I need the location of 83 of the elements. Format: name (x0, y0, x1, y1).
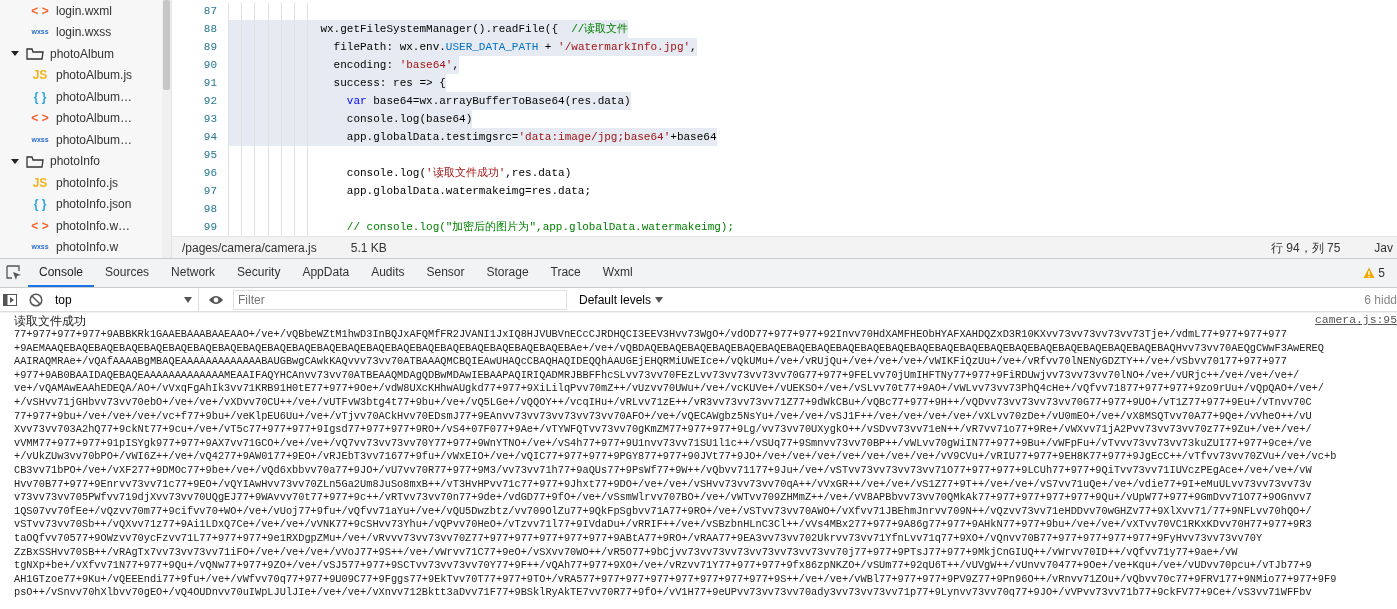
file-type-icon: < > (30, 1, 50, 20)
hidden-count: 6 hidd (1364, 291, 1397, 309)
file-name[interactable]: photoInfo.js (56, 173, 119, 192)
log-output-line: 1QS07vv70fEe+/vQzvv70m77+9cifvv70+WO+/ve+/vUoj77+9fu+/vQfvv71aYu+/ve+/vQU5Dwzbtz/vv709OlZu77+9QkFpSgbvv71A77+9RO+/ve+/vSTvv73vv70AWO+/vXfvv71JBEhmJnrvv709N++/vQzvv73vv71eHDDvv70wGHZv77+9XlXvv71/77+9NFLvv70hQO+/ (13, 504, 1313, 519)
log-output-line: 77+977+977+977+9ABBKRk1GAAEBAAABAAEAAO+/ve+/vQBbeWZtM1hwD3InBQJxAFQMfFR2JVANI1JxIQ8HJVUBVnECcCJRDHQCI3EEV3Hvv73WgO+/vdOD77+977+977+92Invv70HdXAMFHEObHYAFXAHDQZxD3R10KXvv73vv73vv73vv73Tje+/vdmL77+977+977+977 (13, 328, 1288, 342)
line-number: 90 (202, 57, 217, 73)
line-number: 94 (202, 129, 217, 145)
inspect-icon (6, 264, 22, 281)
log-output-line: +9AEMAAQEBAQEBAQEBAQEBAQEBAQEBAQEBAQEBAQEBAQEBAQEBAQEBAQEBAQEBAQEBAQEBAQEBAQEBAQEBAQEBAQEBAe+/ve+/vQBDAQEBAQEBAQEBAQEBAQEBAQEBAQEBAQEBAQEBAQEBAQEBAQEBAQEBAQEBAQEBAQEBAQEBAQEBAQEBAQEBAQEBAQHvv73vv70AEQgCWwF3AwEREQ (13, 341, 1325, 356)
folder-name[interactable]: photoAlbum (50, 44, 115, 63)
log-output-line: +/vSHvv71jGHbvv73vv70ebO+/ve+/ve+/vXDvv70CU++/ve+/vUTFvW3btg4t77+9bu+/ve+/vQ5LGe+/vQQOY++/vcqIHu+/vRLvv71zE++/vR3vv73vv73vv71Z77+9dWkCBu+/vQBc77+977+9H++/vQDvv73vv73vv73vv70G77+977+9UO+/vT1Z77+977+9Eu+/vTnvv70C (13, 395, 1313, 410)
file-type-icon: { } (30, 87, 50, 106)
file-type-icon: < > (30, 216, 50, 235)
log-output-line: AH1GTzoe77+9Ku+/vQEEEndi77+9fu+/ve+/vWfvv70q77+977+9U09C77+9Fggs77+9EkTvv70T77+977+9TO+/vRA577+977+977+977+977+977+977+977+9S++/ve+/ve+/vWBl77+977+977+9PV9Z77+9Pn96O++/vRnvv71ZOu+/vQbvv70c77+9FRV177+9NMio77+977+9F9 (13, 572, 1338, 587)
devtools-tab[interactable]: Audits (360, 259, 416, 287)
log-output-line: vVMM77+977+977+91pISYgk977+977+9AX7vv71GCO+/ve+/ve+/vQ7vv73vv73vv70Y77+977+9WnYTNO+/ve+/vS4h77+977+9U1nvv73vv71SU1l1c++/vSUq77+9Smnvv73vv70BP++/vWLvv70gWiIN77+977+9Bu+/vWFpFu+/vTvvv73vv73vv73kuZUI77+977+9ce+/ve (13, 436, 1313, 451)
folder-icon (26, 46, 44, 62)
log-output-line: 77+977+9bu+/ve+/ve+/ve+/vc+f77+9bu+/veKlpEU6Uu+/ve+/vTjvv70ACkHvv70EDsmJ77+9EAnvv73vv73vv73vv73vv70AFO+/ve+/vQECAWgbz5NsYu+/ve+/ve+/vSJ1F++/ve+/ve+/ve+/ve+/vXLvv70zDe+/vU0mEO+/ve+/vX8MSQTvv70A77+9Qe+/vVheO++/vU (13, 409, 1313, 424)
source-link[interactable]: camera.js:95 (1314, 311, 1397, 330)
file-type-icon: JS (30, 66, 50, 85)
log-output-line: taOQfvv70577+9OWzvv70ycFzvv71L77+977+977+9e1RXDgpZMu+/ve+/vRvvv73vv73vv70Z77+977+977+977+977+977+9ABtA77+9RO+/vRAA77+9EA3vv73vv702Ukrvv73vv71YfnLvv71q77+9XO+/vQnvv70B77+977+977+977+977+9FyHvv73vv73vv70Y (13, 531, 1264, 546)
log-output-line: ZzBxSSHvv70SB++/vRAgTx7vv73vv73vv71iFO+/ve+/ve+/ve+/vVoJ77+9S++/ve+/vWrvv71C77+9eO+/vSXvv70WO++/vR5O77+9bCjvv73vv73vv73vv73vv73vv73vv70j77+977+9PTsJ77+977+9MkjCnGIUQ++/vWrvv70ID++/vQfvv71y77+9ae+/vW (13, 545, 1239, 560)
file-name[interactable]: photoAlbum… (56, 87, 133, 106)
devtools-tab[interactable]: Trace (539, 259, 592, 287)
file-path: /pages/camera/camera.js (182, 239, 317, 257)
folder-icon (26, 153, 44, 169)
file-name[interactable]: photoInfo.w (56, 238, 119, 257)
devtools-tab[interactable]: Sensor (415, 259, 476, 287)
log-output-line: CB3vv71bPO+/ve+/vXF277+9DMOc77+9be+/ve+/vQd6xbbvv70a77+9JO+/vU7vv70R77+977+9M3/vv73vv71h77+9aQUs77+9PsWf77+9W++/vQbvv71177+9Ju+/ve+/vSTvv73vv73vv73vv71O77+977+977+9LCUh77+977+9QiTvv73vv71IUVczPEgAce+/ve+/ve+/vW (13, 463, 1313, 478)
devtools-tab[interactable]: Security (226, 259, 292, 287)
log-output-line: psO++/vSnvv70hXlbvv70gEO+/vQ4OUDnvv70uIWpLJUlJIe+/ve+/ve+/vXnvv712Bktt3aDvv71F77+9BSklRyAkTE7vv70R77+9fO+/vV1H77+9eUPvv73vv73vv70ady3vv73vv73vv71p77+9Lynvv73vv70q77+9JO+/vVPvv73vv71b77+9ckFV77+9Ce+/vS3vv71WFFbv (13, 586, 1313, 600)
line-number: 89 (202, 39, 217, 55)
file-name[interactable]: photoInfo.w… (56, 216, 131, 235)
block-icon (29, 293, 43, 308)
devtools-tab[interactable]: Console (28, 259, 95, 287)
warning-icon (1363, 267, 1376, 279)
file-size: 5.1 KB (350, 239, 387, 257)
file-name[interactable]: photoAlbum… (56, 130, 133, 149)
line-number: 97 (202, 183, 217, 199)
log-output-line: ve+/vQAMAwEAAhEDEQA/AO+/vVxqFgAhIk3vv71KRB91H0tE77+977+9Oe+/vdW8UXcKHhwAUgkd77+977+9XiLilqPvv70mZ++/vUzvv70UWu+/ve+/vcKUVe+/vUEKSO+/ve+/vSLvv70t77+9AO+/vWLvv73vv73PhQ4cHe+/vQfvv71877+977+977+9zo9rUu+/vQpQAO+/ve+/ (13, 382, 1325, 396)
log-output-line: AAIRAQMRAe+/vQAfAAAABgMBAQEAAAAAAAAAAAAABAUGBwgCAwkKAQvvv73vv70ATBAAAQMCBQIEAwUHAQcCBAQHAQIDEQQhAAUGEjEHQRMiUWEIce+/vQkUMu+/ve+/vRUjQu+/ve+/ve+/ve+/vWIKFiQzUu+/ve+/vRfvv70lNENyGDZTY++/ve+/vSbvv70177+977+977 (13, 355, 1288, 369)
log-output-line: Xvv73vv703A2hQ77+9ckNt77+9cu+/ve+/vT5c77+977+977+9Igsd77+977+977+9RO+/vS4+07F077+9Ae+/vTYWFQTvv73vv70gKmZM77+977+977+9Lg/vv73vv70UXygkO++/vSDvv73vv71eN++/vR7vv71o77+9Re+/vWXvv71jA2Pvv73vv73vv70z77+9Zu+/ve+/ve+/ (13, 423, 1313, 437)
log-output-line: Hvv70B77+977+9Enrvv73vv71c77+9EO+/vQYIAwHvv73vv70ZLn5Ga2Um8JuSo8mxB++/vT3HvHPvv71c77+977+9Jhxt77+9DO+/ve+/ve+/vSHvv73vv73vv70qA++/vVxGR++/ve+/ve+/vS1Z77+9T++/ve+/ve+/vS7vv71uQe+/ve+/vdie77+9I+eMuULvv73vv73vv73v (13, 477, 1313, 492)
devtools-tab[interactable]: Sources (94, 259, 161, 287)
line-number: 88 (202, 21, 217, 37)
caret-down-icon (655, 296, 664, 303)
log-output-line: vSTvv73vv70Sb++/vQXvv71z77+9Ai1LDxQ7Ce+/ve+/ve+/vVNK77+9cSHvv73Yhu+/vQPvv70HeO+/vTzvv71l77+9IVdaDu+/vRRIF++/ve+/vSBzbnHLnC3Cl++/vVs4MBx277+977+9A86g77+977+9AHkN77+977+9bu+/ve+/ve+/vXTvv70VC1RKxKDvv70H77+977+9R3 (13, 518, 1313, 532)
log-output-line: +977+9AB0BAAIDAQEBAQEAAAAAAAAAAAAAMEAAIFAQYHCAnvv73vv70ATBEAAQMDAgQDBwMDAwIEBAAPAQIRIQADMRJBBFFhcSLvv73vv70FEzLvv73vv73vv73vv70G77+977+9FELvv70jUmIHFTNy77+977+9FiRDUwjvv73vv73vv70lNO+/ve+/vURjc++/ve+/ve+/ve+/ (13, 368, 1301, 383)
sidebar-icon (3, 294, 17, 307)
file-type-icon: JS (30, 173, 50, 192)
line-number: 99 (202, 219, 217, 235)
caret-down-icon (184, 296, 192, 303)
eye-icon (208, 294, 224, 307)
language-mode[interactable]: Jav (1374, 238, 1393, 257)
file-name[interactable]: login.wxml (56, 1, 112, 20)
folder-name[interactable]: photoInfo (50, 152, 101, 171)
file-name[interactable]: login.wxss (56, 23, 112, 42)
log-output-line: tgNXp+be+/vXfvv71N77+977+9Qu+/vQNw77+977+9ZO+/ve+/vSJ577+977+9SCTvv73vv73vv70Y77+9F++/vQAh77+977+9XO+/ve+/vRzvv71Y77+977+977+9fx86zpNKZO+/vSUm77+92qU6T++/vUVgW++/vUnvv70477+9Oe+/ve+Kqu+/ve+/vUDvv70pcu+/vTJb77+9 (13, 559, 1313, 573)
context-select[interactable]: top (49, 288, 199, 311)
line-number: 96 (202, 165, 217, 181)
devtools-tab[interactable]: Network (160, 259, 227, 287)
log-output-line: +/vUkZUw3vv70bPO+/vWI6Z++/ve+/vQ4277+9AW0177+9EO+/vRJEbT3vv71677+9fu+/vWxEIO+/ve+/vQIC77+977+977+9PGY877+977+90JVt77+9JO+/ve+/ve+/ve+/ve+/ve+/ve+/ve+/vV9CVu+/vRIU77+977+9EH8K77+977+9JgEcC++/vTfvv73vv70ZVu+/ve+/vc+b (13, 450, 1338, 464)
devtools-tab[interactable]: AppData (291, 259, 361, 287)
scrollbar[interactable] (162, 0, 171, 258)
line-number: 98 (202, 201, 217, 217)
log-levels-dropdown[interactable]: Default levels (573, 290, 670, 309)
file-name[interactable]: photoAlbum… (56, 109, 133, 128)
file-name[interactable]: photoAlbum.js (56, 66, 133, 85)
line-number: 92 (202, 93, 217, 109)
file-name[interactable]: photoInfo.json (56, 195, 132, 214)
file-type-icon: < > (30, 109, 50, 128)
line-number: 91 (202, 75, 217, 91)
devtools-tab[interactable]: Storage (475, 259, 540, 287)
cursor-position: 行 94，列 75 (1270, 239, 1341, 257)
line-number: 93 (202, 111, 217, 127)
line-number: 95 (202, 147, 217, 163)
filter-field[interactable]: Filter (233, 289, 567, 310)
log-message: 读取文件成功 (14, 312, 86, 329)
warning-count[interactable]: 5 (1378, 264, 1385, 282)
log-output-line: v73vv73vv705PWfvv719djXvv73vv70UQgEJ77+9WAvvv70t77+977+9c++/vRTvv73vv70n77+9de+/vdGD77+9fO+/ve+/vSsmWlrvv707BO+/ve+/vWTvv709ZHMmZ++/ve+/vV8APBbvv73vv70QMkAk77+977+977+977+977+9Qu+/vUpW77+977+9GmDvv71O77+9OGnvv7 (13, 491, 1313, 505)
devtools-tab[interactable]: Wxml (591, 259, 644, 287)
file-type-icon: { } (30, 195, 50, 214)
line-number: 87 (202, 3, 217, 19)
